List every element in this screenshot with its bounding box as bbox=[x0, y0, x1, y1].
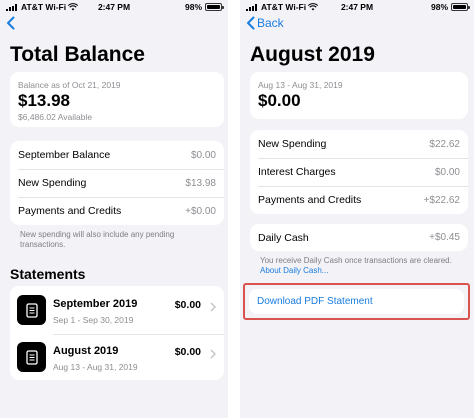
statements-heading: Statements bbox=[10, 266, 86, 282]
statement-amount: $0.00 bbox=[258, 91, 301, 110]
statement-row-september[interactable]: September 2019 Sep 1 - Sep 30, 2019 $0.0… bbox=[10, 288, 224, 332]
row-label: Payments and Credits bbox=[258, 194, 362, 206]
balance-breakdown-list: September Balance $0.00 New Spending $13… bbox=[10, 141, 224, 225]
row-value: $22.62 bbox=[429, 138, 460, 150]
battery-icon bbox=[451, 3, 470, 11]
statement-name: September 2019 bbox=[53, 298, 138, 310]
row-value: +$0.00 bbox=[185, 205, 216, 217]
list-item-daily-cash[interactable]: Daily Cash +$0.45 bbox=[250, 224, 468, 251]
statement-summary-card: Aug 13 - Aug 31, 2019 $0.00 bbox=[250, 72, 468, 119]
page-title: August 2019 bbox=[250, 43, 375, 66]
page-title: Total Balance bbox=[10, 43, 145, 66]
chevron-right-icon bbox=[210, 349, 216, 359]
row-label: New Spending bbox=[258, 138, 327, 150]
battery-icon bbox=[205, 3, 224, 11]
row-label: Daily Cash bbox=[258, 231, 309, 244]
list-item-payments-credits[interactable]: Payments and Credits +$22.62 bbox=[250, 186, 468, 214]
available-amount: $6,486.02 Available bbox=[18, 112, 93, 122]
daily-cash-card[interactable]: Daily Cash +$0.45 bbox=[250, 224, 468, 251]
about-daily-cash-link[interactable]: About Daily Cash... bbox=[260, 266, 328, 275]
row-label: Payments and Credits bbox=[18, 205, 122, 217]
list-item-september-balance[interactable]: September Balance $0.00 bbox=[10, 141, 224, 169]
statement-amount: $0.00 bbox=[174, 346, 201, 358]
statement-range: Sep 1 - Sep 30, 2019 bbox=[53, 315, 134, 325]
download-highlight-box: Download PDF Statement bbox=[243, 283, 470, 320]
row-value: $13.98 bbox=[185, 177, 216, 189]
row-value: $0.00 bbox=[190, 149, 216, 161]
statement-detail-screen: AT&T Wi-Fi 2:47 PM 98% Back August 2019 … bbox=[240, 0, 474, 418]
row-label: New Spending bbox=[18, 177, 87, 189]
back-label: Back bbox=[257, 16, 284, 30]
document-icon bbox=[17, 295, 46, 325]
statement-range: Aug 13 - Aug 31, 2019 bbox=[53, 362, 138, 372]
list-item-interest-charges[interactable]: Interest Charges $0.00 bbox=[250, 158, 468, 186]
pending-note: New spending will also include any pendi… bbox=[20, 230, 175, 249]
download-pdf-label: Download PDF Statement bbox=[257, 296, 373, 307]
status-bar: AT&T Wi-Fi 2:47 PM 98% bbox=[0, 1, 228, 14]
balance-card: Balance as of Oct 21, 2019 $13.98 $6,486… bbox=[10, 72, 224, 127]
battery-percent: 98% bbox=[184, 2, 202, 12]
balance-as-of: Balance as of Oct 21, 2019 bbox=[18, 80, 121, 90]
battery-group: 98% bbox=[430, 2, 470, 12]
daily-cash-note-text: You receive Daily Cash once transactions… bbox=[260, 256, 452, 265]
balance-amount: $13.98 bbox=[18, 91, 70, 110]
document-icon bbox=[17, 342, 46, 372]
row-value: $0.00 bbox=[434, 166, 460, 178]
download-pdf-button[interactable]: Download PDF Statement bbox=[249, 289, 464, 314]
list-item-payments-credits[interactable]: Payments and Credits +$0.00 bbox=[10, 197, 224, 225]
row-label: Interest Charges bbox=[258, 166, 336, 178]
list-item-new-spending[interactable]: New Spending $13.98 bbox=[10, 169, 224, 197]
statement-range: Aug 13 - Aug 31, 2019 bbox=[258, 80, 343, 90]
total-balance-screen: AT&T Wi-Fi 2:47 PM 98% Total Balance Bal… bbox=[0, 0, 228, 418]
battery-percent: 98% bbox=[430, 2, 448, 12]
chevron-left-icon bbox=[247, 16, 255, 30]
row-value: +$22.62 bbox=[423, 194, 460, 206]
statements-list: September 2019 Sep 1 - Sep 30, 2019 $0.0… bbox=[10, 286, 224, 380]
statement-name: August 2019 bbox=[53, 345, 119, 357]
statement-amount: $0.00 bbox=[174, 299, 201, 311]
statement-row-august[interactable]: August 2019 Aug 13 - Aug 31, 2019 $0.00 bbox=[10, 335, 224, 379]
list-item-new-spending[interactable]: New Spending $22.62 bbox=[250, 130, 468, 158]
row-value: +$0.45 bbox=[429, 232, 460, 243]
row-label: September Balance bbox=[18, 149, 111, 161]
status-bar: AT&T Wi-Fi 2:47 PM 98% bbox=[240, 1, 474, 14]
back-button[interactable] bbox=[6, 16, 15, 30]
back-button[interactable]: Back bbox=[246, 16, 284, 30]
chevron-right-icon bbox=[210, 302, 216, 312]
statement-breakdown-list: New Spending $22.62 Interest Charges $0.… bbox=[250, 130, 468, 214]
chevron-left-icon bbox=[7, 16, 15, 30]
battery-group: 98% bbox=[184, 2, 224, 12]
daily-cash-note: You receive Daily Cash once transactions… bbox=[260, 256, 460, 276]
